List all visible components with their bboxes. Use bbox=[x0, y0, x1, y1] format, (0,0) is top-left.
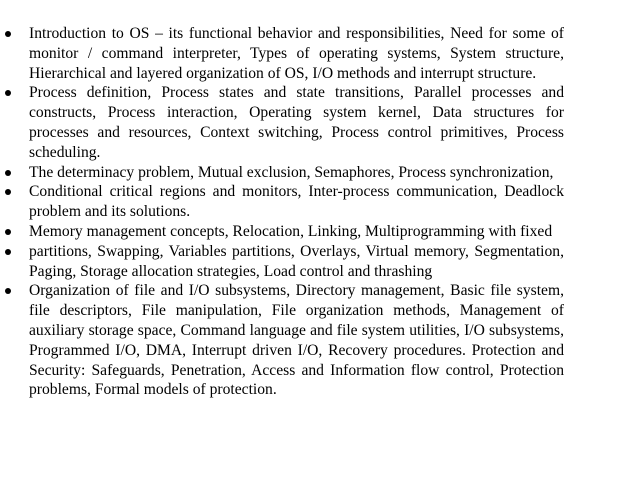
list-item: partitions, Swapping, Variables partitio… bbox=[0, 242, 564, 282]
list-item-text: The determinacy problem, Mutual exclusio… bbox=[29, 163, 554, 181]
bullet-icon bbox=[5, 248, 11, 255]
bullet-icon bbox=[5, 90, 11, 97]
bullet-icon bbox=[5, 288, 11, 295]
list-item-text: Introduction to OS – its functional beha… bbox=[29, 25, 564, 82]
bullet-icon bbox=[5, 169, 11, 176]
document-page: Introduction to OS – its functional beha… bbox=[0, 0, 621, 478]
list-item-text: partitions, Swapping, Variables partitio… bbox=[29, 242, 564, 280]
list-item: Organization of file and I/O subsystems,… bbox=[0, 281, 564, 400]
list-item-text: Memory management concepts, Relocation, … bbox=[29, 222, 553, 240]
list-item: Process definition, Process states and s… bbox=[0, 83, 564, 162]
bullet-icon bbox=[5, 189, 11, 196]
list-item: Memory management concepts, Relocation, … bbox=[0, 222, 564, 242]
bullet-icon bbox=[5, 228, 11, 235]
bullet-icon bbox=[5, 31, 11, 37]
list-item: The determinacy problem, Mutual exclusio… bbox=[0, 163, 564, 183]
list-item-text: Process definition, Process states and s… bbox=[29, 84, 564, 161]
list-item: Introduction to OS – its functional beha… bbox=[0, 24, 564, 83]
list-item-text: Organization of file and I/O subsystems,… bbox=[29, 282, 564, 399]
syllabus-bullet-list: Introduction to OS – its functional beha… bbox=[0, 24, 621, 400]
list-item-text: Conditional critical regions and monitor… bbox=[29, 183, 564, 221]
list-item: Conditional critical regions and monitor… bbox=[0, 182, 564, 222]
